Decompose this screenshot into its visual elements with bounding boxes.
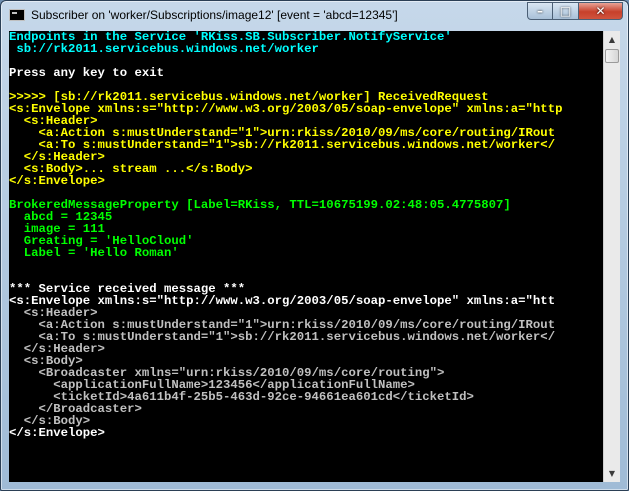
- minimize-button[interactable]: –: [527, 2, 553, 20]
- console-line: <s:Envelope xmlns:s="http://www.w3.org/2…: [9, 102, 563, 116]
- minimize-icon: –: [537, 4, 543, 18]
- title-bar[interactable]: Subscriber on 'worker/Subscriptions/imag…: [1, 1, 628, 31]
- scroll-down-arrow-icon[interactable]: ▼: [604, 465, 620, 482]
- console-line: Press any key to exit: [9, 66, 164, 80]
- window-title: Subscriber on 'worker/Subscriptions/imag…: [31, 8, 398, 22]
- console-line: </s:Envelope>: [9, 174, 105, 188]
- console-line: sb://rk2011.servicebus.windows.net/worke…: [9, 42, 319, 56]
- scroll-up-arrow-icon[interactable]: ▲: [604, 31, 620, 48]
- close-button[interactable]: ✕: [579, 2, 623, 20]
- console-line: </Broadcaster>: [9, 402, 142, 416]
- close-icon: ✕: [595, 4, 606, 18]
- console-window: Subscriber on 'worker/Subscriptions/imag…: [0, 0, 629, 491]
- caption-buttons: – □ ✕: [527, 2, 623, 20]
- maximize-icon: □: [559, 4, 572, 18]
- scrollbar-thumb[interactable]: [605, 49, 619, 63]
- console-line: Label = 'Hello Roman': [9, 246, 179, 260]
- console-line: </s:Header>: [9, 342, 105, 356]
- vertical-scrollbar[interactable]: ▲ ▼: [603, 31, 620, 482]
- console-app-icon[interactable]: [9, 9, 25, 21]
- maximize-button[interactable]: □: [553, 2, 579, 20]
- console-line: <s:Envelope xmlns:s="http://www.w3.org/2…: [9, 294, 556, 308]
- console-output[interactable]: Endpoints in the Service 'RKiss.SB.Subsc…: [9, 31, 603, 482]
- console-line: </s:Envelope>: [9, 426, 105, 440]
